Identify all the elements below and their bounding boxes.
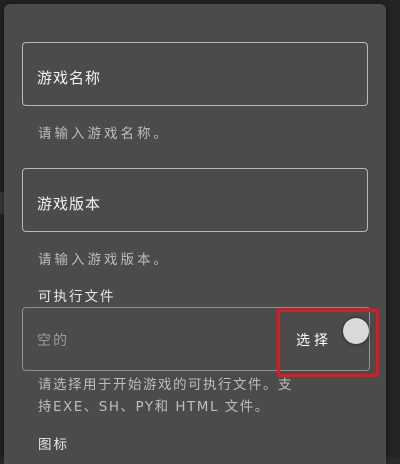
game-version-label: 游戏版本	[37, 195, 102, 213]
executable-section-title: 可执行文件	[38, 289, 116, 305]
game-name-field[interactable]: 游戏名称	[22, 42, 368, 106]
game-name-label: 游戏名称	[37, 69, 102, 87]
game-version-hint: 请输入游戏版本。	[38, 252, 170, 268]
executable-hint-line-2: 持EXE、SH、PY和 HTML 文件。	[38, 399, 270, 415]
game-version-field[interactable]: 游戏版本	[22, 168, 368, 232]
executable-value: 空的	[37, 333, 69, 349]
executable-hint-line-1: 请选择用于开始游戏的可执行文件。支	[38, 377, 293, 393]
executable-hint: 请选择用于开始游戏的可执行文件。支 持EXE、SH、PY和 HTML 文件。	[38, 374, 386, 418]
icon-section-title: 图标	[38, 437, 69, 453]
highlight-annotation	[277, 309, 379, 377]
game-name-hint: 请输入游戏名称。	[38, 126, 170, 142]
